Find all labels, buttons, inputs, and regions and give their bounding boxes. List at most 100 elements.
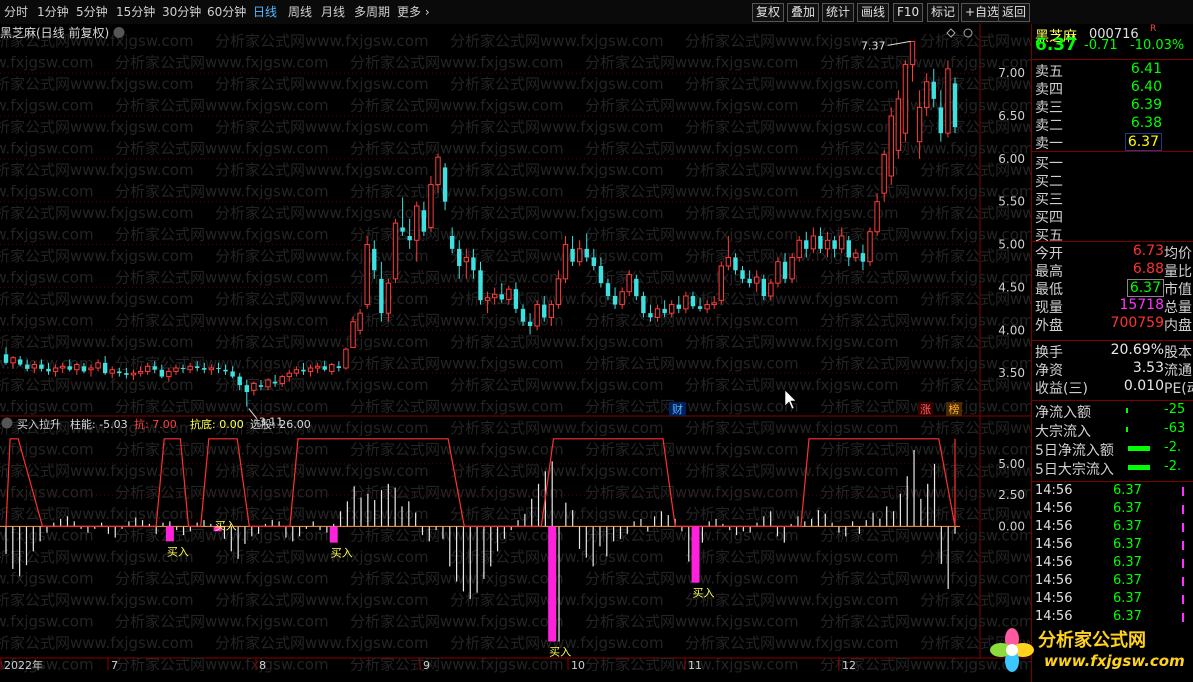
toolbar-button-0[interactable]: 复权	[752, 3, 785, 22]
candle-body-up	[853, 252, 859, 258]
watermark-text: 分析家公式网www.fxjgsw.com	[585, 269, 799, 287]
candle-body-down	[662, 308, 667, 314]
stat-row-3-label: 现量	[1035, 300, 1063, 316]
toolbar-button-4[interactable]: F10	[893, 3, 924, 22]
flow-bar	[1128, 446, 1150, 451]
watermark-text: 分析家公式网www.fxjgsw.com	[0, 613, 94, 631]
candle-body-up	[208, 367, 215, 371]
period-tab-8[interactable]: 月线	[321, 3, 345, 20]
watermark-text: 分析家公式网www.fxjgsw.com	[920, 548, 1031, 566]
toolbar-button-3[interactable]: 画线	[857, 3, 890, 22]
tick-price: 6.37	[1113, 591, 1142, 606]
indicator-menu-icon[interactable]	[1, 417, 13, 429]
candle-body-up	[555, 278, 562, 306]
period-tab-0[interactable]: 分时	[4, 3, 28, 20]
bid-row-4: 买五	[1032, 225, 1193, 244]
watermark-text: 分析家公式网www.fxjgsw.com	[350, 441, 564, 459]
flow-bar	[1126, 427, 1128, 432]
indicator-tick-label: 0.00	[998, 519, 1025, 533]
toolbar-button-7[interactable]: 返回	[998, 3, 1031, 22]
candle-body-up	[881, 154, 887, 194]
tick-row: 14:56 6.37	[1032, 591, 1193, 609]
toolbar-button-5[interactable]: 标记	[927, 3, 960, 22]
candle-body-down	[740, 270, 745, 279]
watermark-text: 分析家公式网www.fxjgsw.com	[215, 591, 429, 609]
watermark-text: 分析家公式网www.fxjgsw.com	[115, 226, 329, 244]
candle-body-up	[279, 376, 285, 384]
watermark-text: 分析家公式网www.fxjgsw.com	[350, 656, 564, 674]
watermark-text: 分析家公式网www.fxjgsw.com	[0, 398, 94, 416]
x-axis-label: 12	[842, 659, 856, 672]
watermark-text: 分析家公式网www.fxjgsw.com	[0, 247, 194, 265]
candle-body-down	[180, 368, 186, 369]
watermark-text: 分析家公式网www.fxjgsw.com	[215, 462, 429, 480]
bid-row-1-label: 买二	[1035, 174, 1063, 190]
stat-row-1-tail: 量比	[1164, 264, 1192, 280]
watermark-text: 分析家公式网www.fxjgsw.com	[585, 312, 799, 330]
period-tab-3[interactable]: 15分钟	[116, 3, 155, 20]
candle-body-down	[527, 321, 533, 326]
watermark-text: 分析家公式网www.fxjgsw.com	[0, 376, 194, 394]
period-tab-10[interactable]: 更多 ›	[397, 3, 430, 20]
candle-body-up	[923, 81, 930, 108]
x-axis-label: 9	[423, 659, 430, 672]
candle-body-down	[67, 366, 72, 370]
watermark-text: 分析家公式网www.fxjgsw.com	[115, 656, 329, 674]
watermark-text: 分析家公式网www.fxjgsw.com	[450, 419, 664, 437]
candle-body-up	[343, 348, 349, 369]
stat-row-1-value: 6.88	[1132, 261, 1164, 277]
bang-badge-label: 榜	[949, 402, 960, 416]
ask-row-4: 卖一 6.37	[1032, 133, 1193, 152]
candle-body-up	[109, 369, 115, 374]
stat-row-1-label: 最高	[1035, 264, 1063, 280]
watermark-text: 分析家公式网www.fxjgsw.com	[215, 32, 429, 50]
candle-body-up	[74, 364, 80, 371]
period-tab-4[interactable]: 30分钟	[162, 3, 201, 20]
candle-body-up	[350, 321, 356, 348]
candle-body-up	[796, 239, 802, 258]
stat-row-0-value: 6.73	[1132, 243, 1164, 259]
indicator-zhuneng: 柱能: -5.03	[70, 417, 128, 431]
candle-body-up	[463, 256, 470, 263]
candle-body-up	[130, 372, 137, 376]
watermark-text: 分析家公式网www.fxjgsw.com	[450, 247, 664, 265]
site-logo: 分析家公式网 www.fxjgsw.com	[990, 628, 1185, 672]
watermark-text: 分析家公式网www.fxjgsw.com	[0, 97, 94, 115]
price-tick-label: 3.50	[998, 366, 1025, 380]
buy-signal-bar	[329, 526, 338, 543]
period-tab-6[interactable]: 日线	[253, 3, 277, 20]
chevron-down-icon[interactable]	[113, 27, 125, 38]
candle-body-up	[909, 40, 916, 66]
watermark-text: 分析家公式网www.fxjgsw.com	[685, 548, 899, 566]
toolbar-button-1[interactable]: 叠加	[787, 3, 820, 22]
period-tab-2[interactable]: 5分钟	[76, 3, 108, 20]
watermark-text: 分析家公式网www.fxjgsw.com	[350, 140, 564, 158]
flower-icon	[990, 628, 1034, 672]
candle-body-down	[237, 376, 242, 386]
flow-row-1: 大宗流入 -63	[1032, 421, 1193, 440]
watermark-text: 分析家公式网www.fxjgsw.com	[215, 333, 429, 351]
stat2-row-1: 净资 3.53 流通	[1032, 360, 1193, 379]
candle-body-down	[322, 366, 327, 370]
period-tab-7[interactable]: 周线	[288, 3, 312, 20]
period-tab-5[interactable]: 60分钟	[207, 3, 246, 20]
toolbar-button-2[interactable]: 统计	[822, 3, 855, 22]
chart-area[interactable]: 分析家公式网www.fxjgsw.com 分析家公式网www.fxjgsw.com…	[0, 24, 1031, 682]
x-axis-label: 10	[571, 659, 585, 672]
candle-body-down	[223, 369, 228, 372]
watermark-text: 分析家公式网www.fxjgsw.com	[0, 548, 194, 566]
stat-row-0-label: 今开	[1035, 246, 1063, 262]
period-tab-9[interactable]: 多周期	[354, 3, 390, 20]
period-tab-1[interactable]: 1分钟	[37, 3, 69, 20]
bid-row-0: 买一	[1032, 153, 1193, 172]
candle-body-up	[725, 256, 732, 267]
watermark-text: 分析家公式网www.fxjgsw.com	[115, 97, 329, 115]
candle-body-up	[654, 308, 661, 318]
tick-row: 14:56 6.37	[1032, 537, 1193, 555]
bid-row-4-label: 买五	[1035, 228, 1063, 244]
tick-price: 6.37	[1113, 555, 1142, 570]
toolbar-button-6[interactable]: +自选	[961, 3, 1004, 22]
candle-body-down	[471, 257, 476, 271]
candle-body-up	[166, 370, 172, 378]
candle-body-down	[478, 270, 483, 301]
